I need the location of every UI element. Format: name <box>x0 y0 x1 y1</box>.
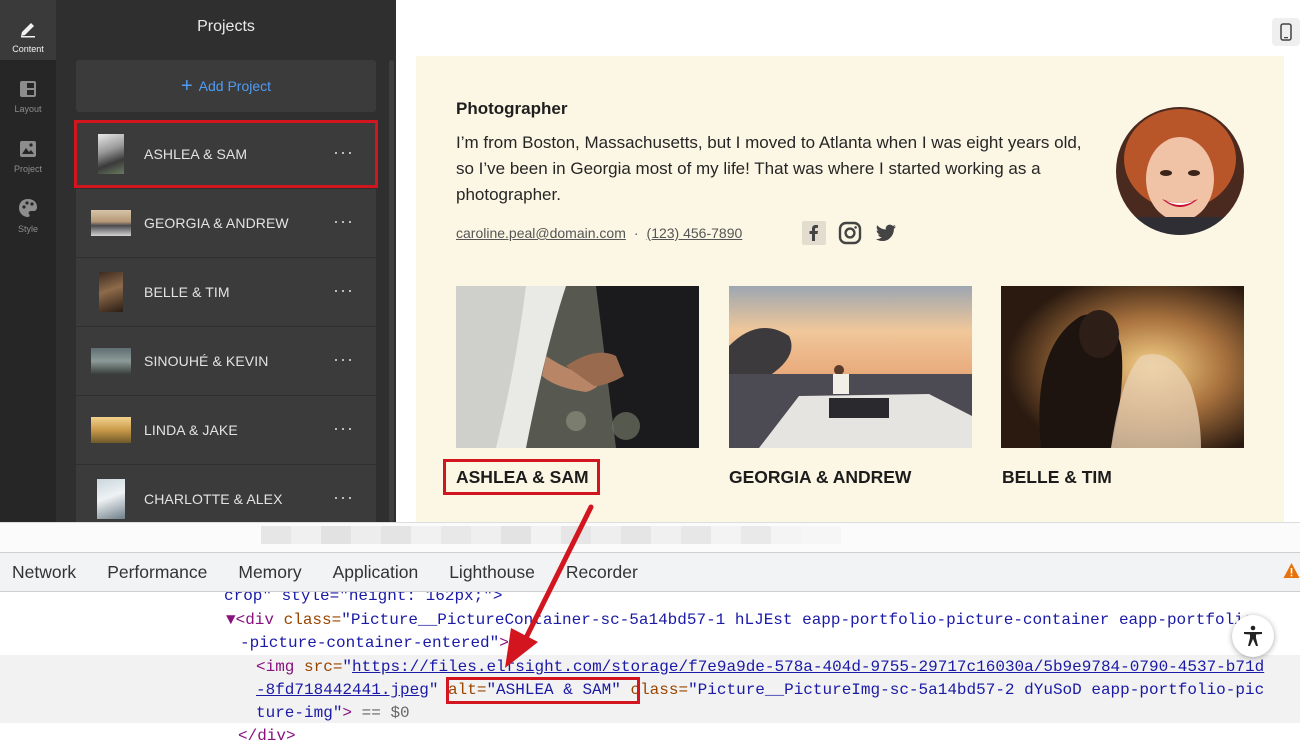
palette-icon <box>19 199 37 217</box>
project-name: BELLE & TIM <box>144 284 230 300</box>
panel-title: Projects <box>197 18 255 35</box>
portfolio-title-georgia-andrew[interactable]: GEORGIA & ANDREW <box>729 467 911 488</box>
separator: · <box>633 225 639 241</box>
project-thumbnail <box>91 479 131 519</box>
profile-role: Photographer <box>456 99 568 118</box>
project-name: SINOUHÉ & KEVIN <box>144 353 269 369</box>
image-icon <box>20 141 36 157</box>
mobile-preview-button[interactable] <box>1272 18 1300 46</box>
project-item-linda-jake[interactable]: LINDA & JAKE ··· <box>76 396 376 464</box>
portfolio-image-georgia-andrew[interactable] <box>729 286 972 448</box>
alt-attribute-value: "ASHLEA & SAM" <box>486 681 621 699</box>
accessibility-icon <box>1244 625 1262 646</box>
more-options-icon[interactable]: ··· <box>333 327 354 391</box>
image-url-link: -8fd718442441.jpeg <box>256 681 429 699</box>
accessibility-button[interactable] <box>1232 615 1274 657</box>
facebook-icon[interactable] <box>802 221 826 245</box>
rail-label: Content <box>12 44 44 54</box>
elements-code-panel: crop" style="height: 162px;"> ▼<div clas… <box>0 592 1300 745</box>
rail-label: Project <box>13 164 42 174</box>
add-project-button[interactable]: + Add Project <box>76 60 376 112</box>
panel-scrollbar[interactable] <box>389 60 394 522</box>
project-thumbnail <box>91 341 131 381</box>
pencil-icon <box>21 23 35 38</box>
portfolio-title-belle-tim[interactable]: BELLE & TIM <box>1002 467 1112 488</box>
rail-item-layout[interactable]: Layout <box>0 60 56 120</box>
mobile-icon <box>1280 23 1292 41</box>
code-line[interactable]: -picture-container-entered"> <box>240 634 509 652</box>
project-item-belle-tim[interactable]: BELLE & TIM ··· <box>76 258 376 326</box>
social-links <box>802 221 898 245</box>
project-item-georgia-andrew[interactable]: GEORGIA & ANDREW ··· <box>76 189 376 257</box>
layout-icon <box>20 81 36 97</box>
rail-label: Style <box>17 224 38 234</box>
code-line-img[interactable]: ture-img"> == $0 <box>256 704 410 722</box>
project-item-charlotte-alex[interactable]: CHARLOTTE & ALEX ··· <box>76 465 376 522</box>
image-url-link: https://files.elfsight.com/storage/f7e9a… <box>352 658 1265 676</box>
code-line[interactable]: ▼<div class="Picture__PictureContainer-s… <box>226 611 1253 629</box>
portfolio-image-belle-tim[interactable] <box>1001 286 1244 448</box>
phone-link[interactable]: (123) 456-7890 <box>647 225 743 241</box>
rail-label: Layout <box>14 104 42 114</box>
code-line-img[interactable]: <img src="https://files.elfsight.com/sto… <box>256 658 1264 676</box>
rail-item-content[interactable]: Content <box>0 0 56 60</box>
rail-item-style[interactable]: Style <box>0 180 56 240</box>
code-line[interactable]: crop" style="height: 162px;"> <box>224 592 502 605</box>
twitter-icon[interactable] <box>874 221 898 245</box>
project-name: CHARLOTTE & ALEX <box>144 491 283 507</box>
tab-memory[interactable]: Memory <box>226 562 301 583</box>
devtools-tabbar: Network Performance Memory Application L… <box>0 552 1300 592</box>
project-name: GEORGIA & ANDREW <box>144 215 289 231</box>
tab-application[interactable]: Application <box>321 562 419 583</box>
plus-icon: + <box>180 75 193 97</box>
more-options-icon[interactable]: ··· <box>333 396 354 460</box>
more-options-icon[interactable]: ··· <box>333 465 354 522</box>
project-list: ASHLEA & SAM ··· GEORGIA & ANDREW ··· BE… <box>76 120 376 522</box>
project-thumbnail <box>91 203 131 243</box>
warning-icon[interactable] <box>1283 562 1300 579</box>
contact-line: caroline.peal@domain.com · (123) 456-789… <box>456 225 742 241</box>
portfolio-title-ashlea-sam[interactable]: ASHLEA & SAM <box>456 467 589 488</box>
project-thumbnail <box>91 134 131 174</box>
project-name: LINDA & JAKE <box>144 422 238 438</box>
more-options-icon[interactable]: ··· <box>333 120 354 184</box>
tab-recorder[interactable]: Recorder <box>554 562 638 583</box>
blurred-region <box>261 526 841 544</box>
project-name: ASHLEA & SAM <box>144 146 248 162</box>
instagram-icon[interactable] <box>838 221 862 245</box>
code-line-img[interactable]: -8fd718442441.jpeg" alt="ASHLEA & SAM" c… <box>256 681 1264 699</box>
rail-item-project[interactable]: Project <box>0 120 56 180</box>
project-item-sinouhe-kevin[interactable]: SINOUHÉ & KEVIN ··· <box>76 327 376 395</box>
left-rail: Content Layout Project Style <box>0 0 56 522</box>
tab-performance[interactable]: Performance <box>95 562 207 583</box>
more-options-icon[interactable]: ··· <box>333 189 354 253</box>
more-options-icon[interactable]: ··· <box>333 258 354 322</box>
profile-bio: I’m from Boston, Massachusetts, but I mo… <box>456 133 1082 204</box>
projects-panel: Projects + Add Project ASHLEA & SAM ··· … <box>56 0 396 522</box>
code-line[interactable]: </div> <box>238 727 296 745</box>
tab-lighthouse[interactable]: Lighthouse <box>437 562 535 583</box>
add-project-label: Add Project <box>198 78 272 94</box>
email-link[interactable]: caroline.peal@domain.com <box>456 225 626 241</box>
project-item-ashlea-sam[interactable]: ASHLEA & SAM ··· <box>76 120 376 188</box>
profile-avatar <box>1116 107 1244 235</box>
project-thumbnail <box>91 272 131 312</box>
tab-network[interactable]: Network <box>0 562 76 583</box>
project-thumbnail <box>91 410 131 450</box>
portfolio-image-ashlea-sam[interactable] <box>456 286 699 448</box>
